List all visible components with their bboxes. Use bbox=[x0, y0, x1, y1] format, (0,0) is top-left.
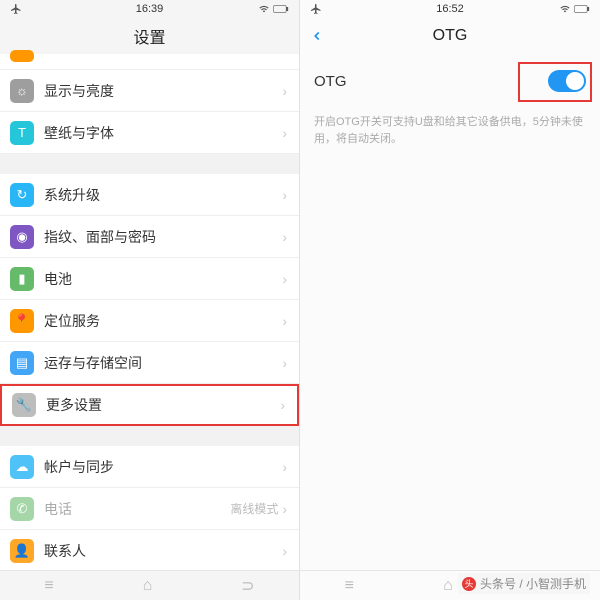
settings-row-account[interactable]: ☁ 帐户与同步 › bbox=[0, 446, 299, 488]
battery-icon: ▮ bbox=[10, 267, 34, 291]
settings-row-wallpaper[interactable]: T 壁纸与字体 › bbox=[0, 112, 299, 154]
row-label: 壁纸与字体 bbox=[44, 123, 282, 143]
storage-icon: ▤ bbox=[10, 351, 34, 375]
wrench-icon: 🔧 bbox=[12, 393, 36, 417]
status-icons bbox=[258, 4, 289, 15]
title-bar-right: OTG bbox=[300, 18, 600, 54]
airplane-icon bbox=[310, 3, 322, 15]
nav-bar-left: ≡ ⌂ ⊃ bbox=[0, 570, 299, 600]
contacts-icon: 👤 bbox=[10, 539, 34, 563]
settings-list: ☼ 显示与亮度 › T 壁纸与字体 › ↻ 系统升级 › ◉ 指纹、面部与密码 … bbox=[0, 54, 299, 600]
otg-screen: 16:52 OTG OTG 开启OTG开关可支持U盘和给其它设备供电，5分钟未使… bbox=[300, 0, 600, 600]
settings-row-update[interactable]: ↻ 系统升级 › bbox=[0, 174, 299, 216]
row-label: 电池 bbox=[44, 269, 282, 289]
chevron-right-icon: › bbox=[282, 187, 287, 203]
chevron-right-icon: › bbox=[282, 83, 287, 99]
row-label: 帐户与同步 bbox=[44, 457, 282, 477]
chevron-right-icon: › bbox=[282, 125, 287, 141]
row-label: 联系人 bbox=[44, 541, 282, 561]
row-label: 运存与存储空间 bbox=[44, 353, 282, 373]
cloud-icon: ☁ bbox=[10, 455, 34, 479]
chevron-right-icon: › bbox=[282, 313, 287, 329]
settings-row-storage[interactable]: ▤ 运存与存储空间 › bbox=[0, 342, 299, 384]
otg-toggle[interactable] bbox=[548, 70, 586, 92]
nav-menu-icon[interactable]: ≡ bbox=[345, 577, 354, 595]
chevron-right-icon: › bbox=[280, 397, 285, 413]
settings-row-fingerprint[interactable]: ◉ 指纹、面部与密码 › bbox=[0, 216, 299, 258]
update-icon: ↻ bbox=[10, 183, 34, 207]
chevron-right-icon: › bbox=[282, 543, 287, 559]
row-label: 显示与亮度 bbox=[44, 81, 282, 101]
settings-row-more[interactable]: 🔧 更多设置 › bbox=[0, 384, 299, 426]
settings-row-partial[interactable] bbox=[0, 54, 299, 70]
partial-icon bbox=[10, 50, 34, 62]
brightness-icon: ☼ bbox=[10, 79, 34, 103]
chevron-right-icon: › bbox=[282, 501, 287, 517]
watermark: 头 头条号 / 小智测手机 bbox=[458, 573, 590, 594]
settings-row-contacts[interactable]: 👤 联系人 › bbox=[0, 530, 299, 572]
chevron-right-icon: › bbox=[282, 229, 287, 245]
chevron-right-icon: › bbox=[282, 459, 287, 475]
page-title: 设置 bbox=[133, 24, 165, 48]
status-bar-left: 16:39 bbox=[0, 0, 299, 18]
fingerprint-icon: ◉ bbox=[10, 225, 34, 249]
settings-row-battery[interactable]: ▮ 电池 › bbox=[0, 258, 299, 300]
otg-description: 开启OTG开关可支持U盘和给其它设备供电，5分钟未使用，将自动关闭。 bbox=[300, 108, 600, 147]
nav-home-icon[interactable]: ⌂ bbox=[143, 577, 153, 595]
status-time: 16:52 bbox=[300, 3, 600, 15]
row-right-text: 离线模式 bbox=[230, 500, 278, 517]
page-title: OTG bbox=[433, 27, 468, 45]
chevron-right-icon: › bbox=[282, 271, 287, 287]
nav-home-icon[interactable]: ⌂ bbox=[443, 577, 453, 595]
nav-back-icon[interactable]: ⊃ bbox=[241, 576, 254, 596]
back-button[interactable] bbox=[310, 18, 324, 54]
airplane-icon bbox=[10, 3, 22, 15]
otg-label: OTG bbox=[314, 73, 347, 90]
phone-icon: ✆ bbox=[10, 497, 34, 521]
status-icons bbox=[559, 4, 590, 15]
row-label: 定位服务 bbox=[44, 311, 282, 331]
location-icon: 📍 bbox=[10, 309, 34, 333]
row-label: 电话 bbox=[44, 499, 230, 519]
settings-row-location[interactable]: 📍 定位服务 › bbox=[0, 300, 299, 342]
title-bar-left: 设置 bbox=[0, 18, 299, 54]
settings-screen: 16:39 设置 ☼ 显示与亮度 › T 壁纸与字体 › ↻ 系统升级 › ◉ … bbox=[0, 0, 300, 600]
row-label: 系统升级 bbox=[44, 185, 282, 205]
settings-row-display[interactable]: ☼ 显示与亮度 › bbox=[0, 70, 299, 112]
row-label: 指纹、面部与密码 bbox=[44, 227, 282, 247]
font-icon: T bbox=[10, 121, 34, 145]
status-time: 16:39 bbox=[0, 3, 299, 15]
settings-row-phone[interactable]: ✆ 电话 离线模式 › bbox=[0, 488, 299, 530]
watermark-icon: 头 bbox=[462, 577, 476, 591]
status-bar-right: 16:52 bbox=[300, 0, 600, 18]
chevron-right-icon: › bbox=[282, 355, 287, 371]
otg-toggle-row: OTG bbox=[300, 54, 600, 108]
row-label: 更多设置 bbox=[46, 395, 280, 415]
nav-menu-icon[interactable]: ≡ bbox=[44, 577, 53, 595]
